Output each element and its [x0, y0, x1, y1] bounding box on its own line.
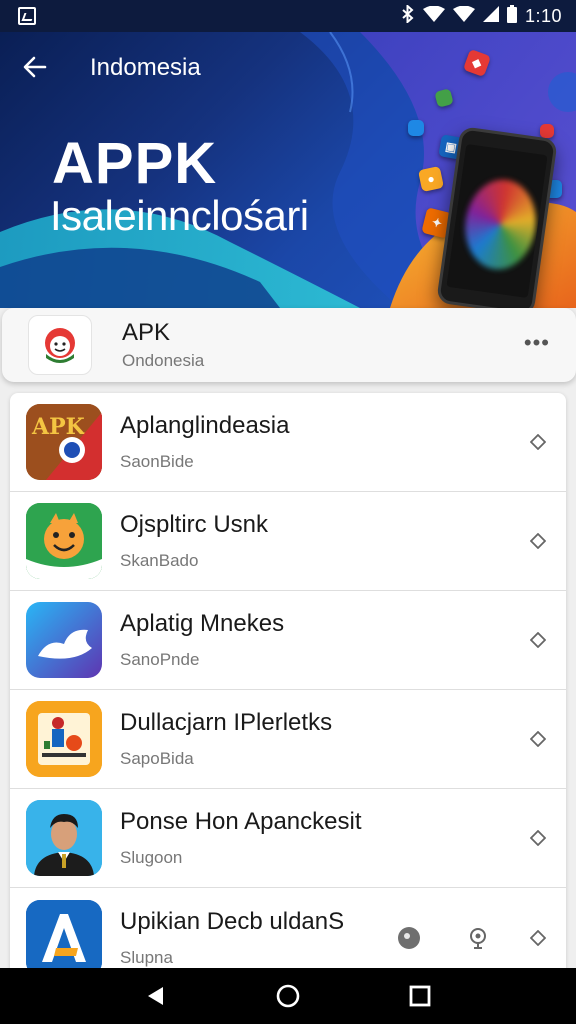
app-title: Aplatig Mnekes — [120, 610, 285, 637]
hero-banner: Indomesia APPK Isaleinnclośari ◆ ▣ ● ✦ — [0, 32, 576, 308]
app-subtitle: SanoPnde — [120, 650, 200, 669]
app-title: Ponse Hon Apanckesit — [120, 808, 362, 835]
circle-home-icon — [276, 984, 300, 1008]
triangle-back-icon — [148, 987, 163, 1005]
toys-collage-icon — [26, 701, 102, 777]
svg-text:APK: APK — [31, 414, 86, 440]
signal-icon — [452, 5, 475, 26]
smiley-character-icon — [26, 503, 102, 579]
app-subtitle: SapoBida — [120, 749, 194, 768]
featured-app-subtitle: Ondonesia — [122, 351, 205, 370]
nav-back-button[interactable] — [136, 976, 176, 1016]
location-pin-icon[interactable] — [466, 926, 490, 950]
status-bar: 1:10 — [0, 0, 576, 32]
nav-recents-button[interactable] — [400, 976, 440, 1016]
floating-app-icon — [408, 120, 424, 136]
app-screen: 1:10 Indomesia APPK Isaleinnclośari ◆ ▣ … — [0, 0, 576, 1024]
bluetooth-icon — [401, 3, 415, 27]
wifi-icon — [422, 5, 445, 26]
featured-app-card[interactable]: APK Ondonesia ••• — [2, 308, 576, 382]
signal-icon — [482, 6, 499, 26]
app-subtitle: Slugoon — [120, 848, 183, 867]
app-title: Ojspltirc Usnk — [120, 511, 269, 538]
page-title: Indomesia — [90, 54, 201, 81]
status-time: 1:10 — [524, 5, 562, 26]
man-portrait-icon — [26, 800, 102, 876]
arrow-left-icon — [23, 56, 47, 78]
battery-icon — [506, 5, 517, 27]
notification-box-icon — [18, 7, 36, 25]
diamond-action-icon[interactable] — [528, 828, 548, 848]
app-title: Upikian Decb uldanS — [120, 907, 345, 935]
list-item[interactable]: APK Aplanglindeasia SaonBide — [10, 393, 566, 492]
diamond-action-icon[interactable] — [528, 630, 548, 650]
letter-a-logo-icon — [26, 899, 102, 976]
diamond-action-icon[interactable] — [528, 928, 548, 948]
nav-home-button[interactable] — [268, 976, 308, 1016]
app-title: Dullacjarn IPlerletks — [120, 709, 333, 736]
featured-app-logo-icon — [28, 315, 92, 375]
more-horizontal-icon[interactable]: ••• — [524, 330, 550, 356]
list-item[interactable]: Dullacjarn IPlerletks SapoBida — [10, 690, 566, 789]
diamond-action-icon[interactable] — [528, 531, 548, 551]
featured-app-title: APK — [122, 319, 171, 346]
system-nav-bar — [0, 968, 576, 1024]
hero-headline: APPK — [52, 131, 218, 196]
hero-subheadline: Isaleinnclośari — [50, 192, 309, 239]
app-list: APK Aplanglindeasia SaonBide Ojspltirc U… — [10, 393, 566, 987]
app-subtitle: Slupna — [120, 947, 173, 967]
app-subtitle: SaonBide — [120, 452, 194, 471]
floating-app-icon: ● — [417, 165, 445, 193]
square-recents-icon — [409, 985, 431, 1007]
cloud-wave-icon — [26, 602, 102, 678]
circle-status-icon[interactable] — [398, 926, 420, 949]
apk-logo-icon: APK — [26, 404, 102, 480]
app-title: Aplanglindeasia — [120, 412, 290, 439]
list-item[interactable]: Ojspltirc Usnk SkanBado — [10, 492, 566, 591]
diamond-action-icon[interactable] — [528, 729, 548, 749]
floating-app-icon — [540, 124, 554, 138]
back-button[interactable] — [20, 52, 50, 82]
diamond-action-icon[interactable] — [528, 432, 548, 452]
list-item[interactable]: Aplatig Mnekes SanoPnde — [10, 591, 566, 690]
list-item[interactable]: Ponse Hon Apanckesit Slugoon — [10, 789, 566, 888]
app-subtitle: SkanBado — [120, 551, 199, 570]
